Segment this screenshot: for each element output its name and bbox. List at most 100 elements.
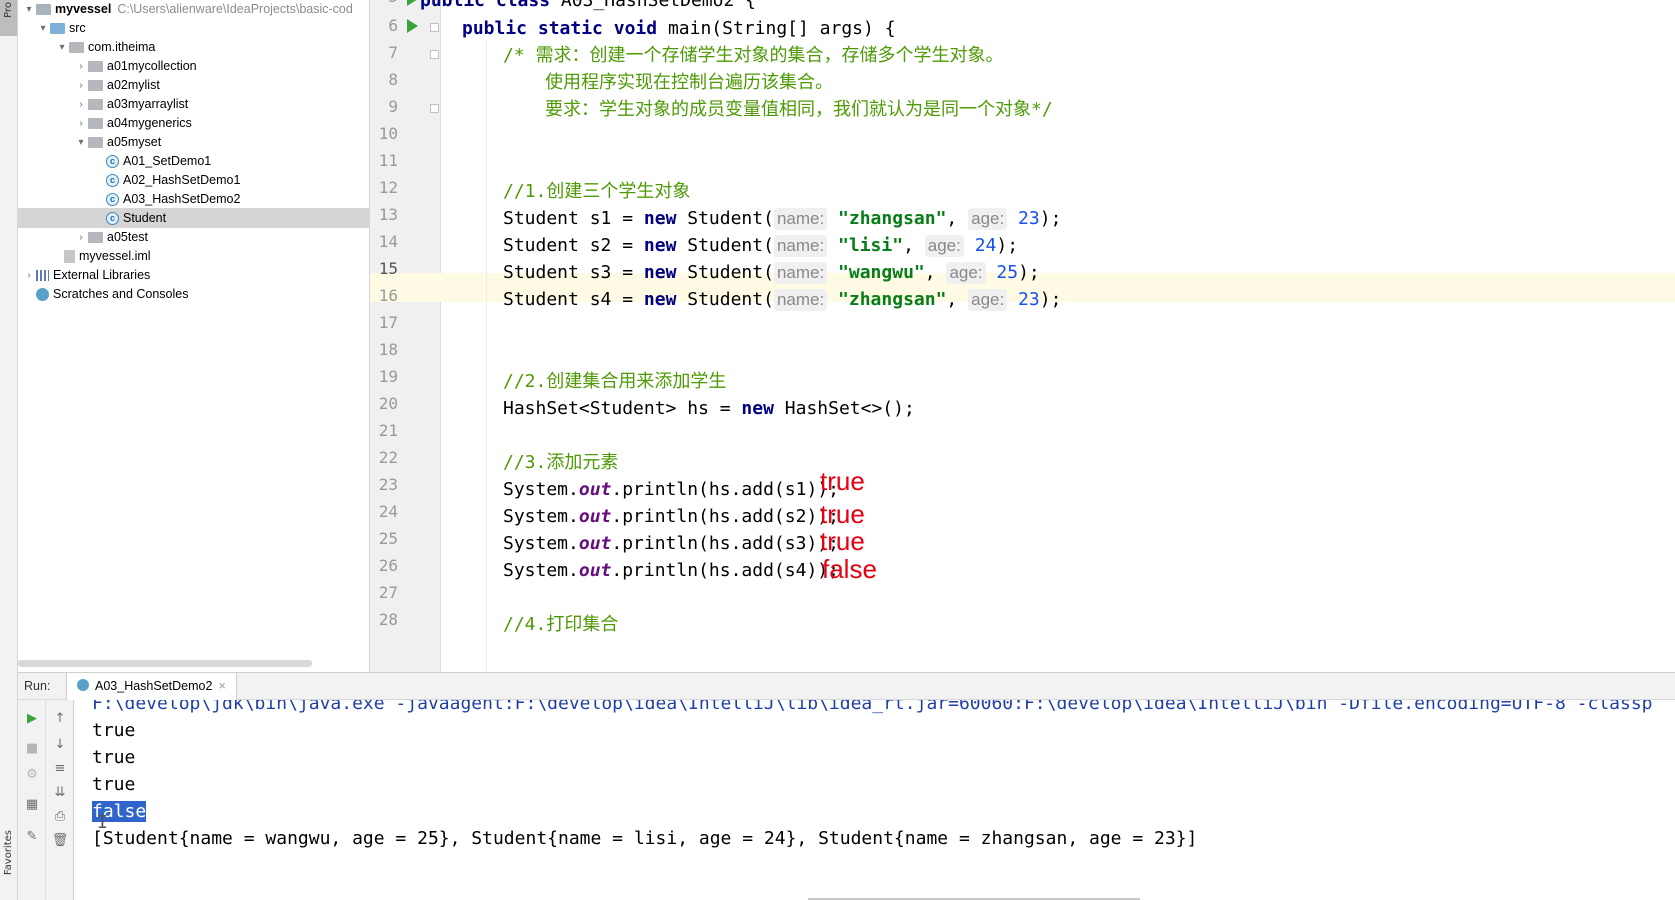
- chevron-right-icon[interactable]: ›: [74, 118, 88, 129]
- stop-icon[interactable]: ■: [24, 740, 40, 756]
- run-config-icon: [77, 679, 89, 691]
- tree-item-a02-hashsetdemo1[interactable]: c A02_HashSetDemo1: [18, 170, 369, 190]
- tree-item-a04mygenerics[interactable]: › a04mygenerics: [18, 113, 369, 133]
- class-icon: c: [106, 173, 119, 187]
- line-number: 13: [378, 205, 398, 224]
- tree-root-path: C:\Users\alienware\IdeaProjects\basic-co…: [117, 2, 353, 16]
- code-line-25: System.out.println(hs.add(s3));: [503, 533, 839, 554]
- trash-icon[interactable]: 🗑: [52, 832, 69, 848]
- line-number: 28: [378, 610, 398, 629]
- tree-item-label: External Libraries: [53, 268, 151, 282]
- favorites-tool-tab[interactable]: Favorites: [0, 830, 17, 900]
- run-class-icon[interactable]: [407, 0, 418, 6]
- fold-marker-icon[interactable]: [430, 104, 439, 113]
- run-tab-a03-hashsetdemo2[interactable]: A03_HashSetDemo2 ×: [66, 673, 237, 700]
- class-icon: c: [106, 211, 119, 225]
- comment-line-12: //1.创建三个学生对象: [503, 181, 691, 202]
- console-output[interactable]: F:\develop\jdk\bin\java.exe -javaagent:F…: [74, 700, 1675, 900]
- tree-item-external-libraries[interactable]: › External Libraries: [18, 265, 369, 285]
- tree-item-a03myarraylist[interactable]: › a03myarraylist: [18, 94, 369, 114]
- tree-item-label: A01_SetDemo1: [123, 154, 212, 168]
- text-cursor-icon: I: [97, 812, 108, 833]
- rerun-icon[interactable]: ▶: [24, 710, 40, 726]
- close-icon[interactable]: ×: [218, 679, 225, 693]
- arrow-up-icon[interactable]: ↑: [52, 710, 68, 726]
- tree-item-a01-setdemo1[interactable]: c A01_SetDemo1: [18, 151, 369, 171]
- project-tab-label: Pro: [3, 2, 14, 18]
- chevron-down-icon[interactable]: ▾: [55, 42, 69, 53]
- handwritten-annotation-true: true: [820, 526, 865, 556]
- chevron-down-icon[interactable]: ▾: [22, 4, 36, 15]
- line-number: 21: [378, 421, 398, 440]
- tree-item-label: myvessel.iml: [79, 249, 151, 263]
- print-icon[interactable]: ⎙: [52, 808, 68, 824]
- line-number: 11: [378, 151, 398, 170]
- chevron-right-icon[interactable]: ›: [74, 99, 88, 110]
- tree-root-myvessel[interactable]: ▾ myvessel C:\Users\alienware\IdeaProjec…: [18, 0, 369, 19]
- tree-item-a03-hashsetdemo2[interactable]: c A03_HashSetDemo2: [18, 189, 369, 209]
- tree-item-src[interactable]: ▾ src: [18, 18, 369, 38]
- soft-wrap-icon[interactable]: ≡: [52, 760, 68, 776]
- code-line-5: public class A03_HashSetDemo2 {: [420, 0, 756, 11]
- tree-item-label: A02_HashSetDemo1: [123, 173, 241, 187]
- tree-item-scratches[interactable]: Scratches and Consoles: [18, 284, 369, 304]
- chevron-down-icon[interactable]: ▾: [36, 23, 50, 34]
- comment-line-7: /* 需求：创建一个存储学生对象的集合，存储多个学生对象。: [503, 45, 1004, 66]
- line-number: 22: [378, 448, 398, 467]
- code-editor[interactable]: 5 6 7 8 9 10 11 12 13 14 15 16 17 18 19 …: [370, 0, 1675, 672]
- comment-line-19: //2.创建集合用来添加学生: [503, 371, 727, 392]
- arrow-down-icon[interactable]: ↓: [52, 736, 68, 752]
- line-number: 6: [388, 16, 398, 35]
- folder-icon: [36, 3, 51, 15]
- console-line: [Student{name = wangwu, age = 25}, Stude…: [92, 828, 1198, 849]
- tree-item-a05test[interactable]: › a05test: [18, 227, 369, 247]
- pin-icon[interactable]: ✎: [24, 828, 40, 844]
- code-line-16: Student s4 = new Student(name: "zhangsan…: [503, 289, 1062, 311]
- fold-marker-icon[interactable]: [430, 50, 439, 59]
- tree-item-label: a03myarraylist: [107, 97, 189, 111]
- tree-item-myvessel-iml[interactable]: myvessel.iml: [18, 246, 369, 266]
- tree-item-label: Student: [123, 211, 167, 225]
- console-line-command: F:\develop\jdk\bin\java.exe -javaagent:F…: [92, 700, 1653, 714]
- tree-item-student[interactable]: c Student: [18, 208, 369, 228]
- param-hint-name: name:: [773, 262, 828, 284]
- run-main-icon[interactable]: [407, 19, 418, 33]
- fold-marker-icon[interactable]: [430, 23, 439, 32]
- tree-horizontal-scrollbar[interactable]: [18, 660, 312, 667]
- layout-icon[interactable]: ▦: [24, 796, 40, 812]
- tree-item-com-itheima[interactable]: ▾ com.itheima: [18, 37, 369, 57]
- chevron-right-icon[interactable]: ›: [22, 270, 36, 281]
- scroll-to-end-icon[interactable]: ⇊: [52, 784, 68, 800]
- project-tool-tab[interactable]: Pro: [0, 0, 17, 36]
- line-number: 18: [378, 340, 398, 359]
- run-tab-label: A03_HashSetDemo2: [95, 679, 213, 693]
- indent-guide: [486, 40, 487, 672]
- package-icon: [69, 41, 84, 53]
- line-number: 7: [388, 43, 398, 62]
- line-number: 17: [378, 313, 398, 332]
- chevron-right-icon[interactable]: ›: [74, 232, 88, 243]
- chevron-down-icon[interactable]: ▾: [74, 137, 88, 148]
- param-hint-age: age:: [946, 262, 986, 284]
- line-number: 27: [378, 583, 398, 602]
- tree-item-a02mylist[interactable]: › a02mylist: [18, 75, 369, 95]
- comment-line-28: //4.打印集合: [503, 614, 619, 635]
- param-hint-name: name:: [773, 208, 828, 230]
- tree-root-label: myvessel: [55, 2, 112, 16]
- run-panel-header: Run: A03_HashSetDemo2 ×: [18, 672, 1675, 700]
- tree-item-a05myset[interactable]: ▾ a05myset: [18, 132, 369, 152]
- code-line-14: Student s2 = new Student(name: "lisi", a…: [503, 235, 1019, 257]
- line-number: 12: [378, 178, 398, 197]
- tree-item-a01mycollection[interactable]: › a01mycollection: [18, 56, 369, 76]
- chevron-right-icon[interactable]: ›: [74, 80, 88, 91]
- tree-item-label: a02mylist: [107, 78, 160, 92]
- package-icon: [88, 231, 103, 243]
- restore-layout-icon[interactable]: ⚙: [24, 766, 40, 782]
- scratches-icon: [36, 287, 49, 301]
- tree-item-label: a01mycollection: [107, 59, 197, 73]
- line-number: 10: [378, 124, 398, 143]
- package-icon: [88, 60, 103, 72]
- console-line: true: [92, 747, 136, 768]
- chevron-right-icon[interactable]: ›: [74, 61, 88, 72]
- param-hint-age: age:: [968, 289, 1008, 311]
